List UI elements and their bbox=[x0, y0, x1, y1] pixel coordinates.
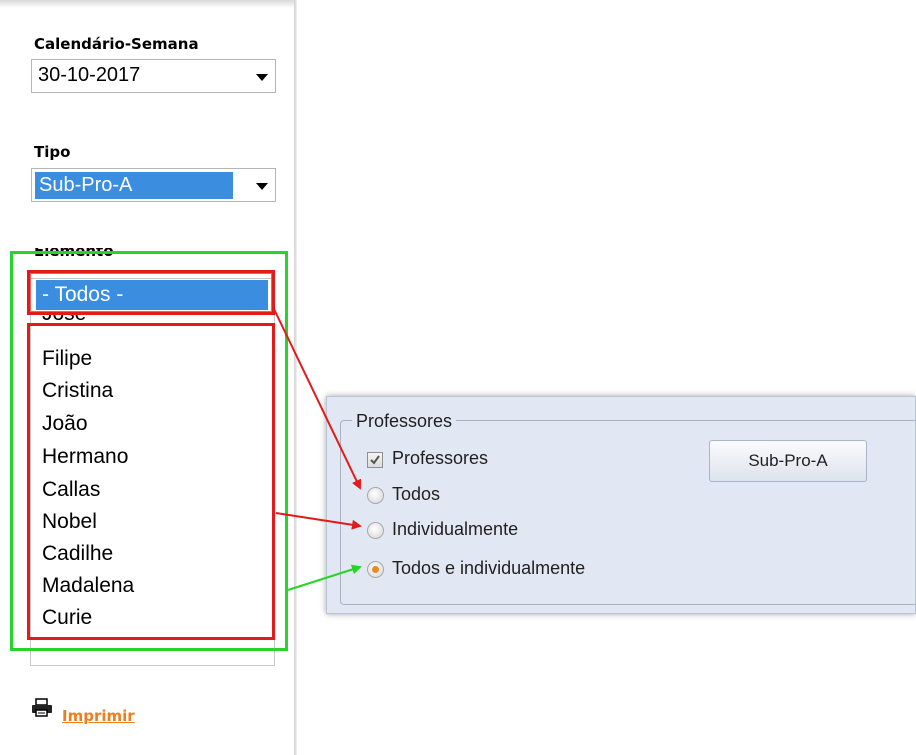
arrow-todos bbox=[273, 308, 362, 490]
arrow-individualmente bbox=[275, 512, 362, 530]
arrow-todos-e-individualmente bbox=[287, 564, 362, 591]
annotation-arrows bbox=[273, 308, 362, 591]
